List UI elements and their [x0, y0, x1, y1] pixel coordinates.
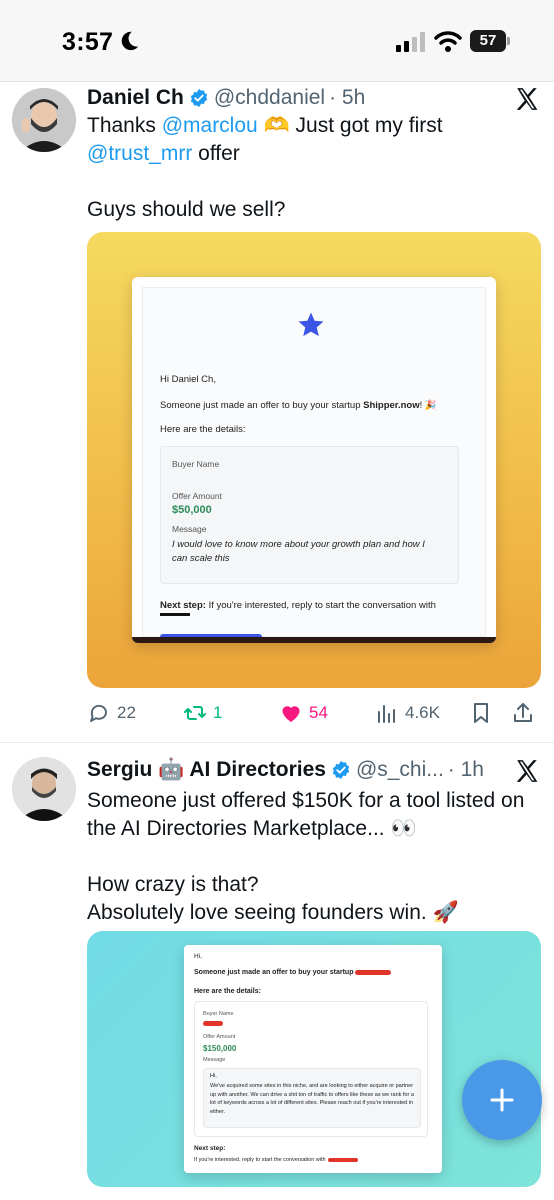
mention-link[interactable]: @trust_mrr — [87, 142, 192, 165]
next-step-label: Next step: — [160, 600, 206, 611]
tweet-header: Daniel Ch @chddaniel · 5h — [87, 86, 365, 110]
offer-email-card: Hi Daniel Ch, Someone just made an offer… — [132, 277, 496, 643]
plus-icon — [490, 1088, 514, 1112]
tweet-2[interactable]: Sergiu 🤖 AI Directories @s_chi... · 1h S… — [0, 743, 554, 1200]
bookmark-icon — [474, 703, 488, 723]
next-step: Next step: If you're interested, reply t… — [160, 600, 436, 611]
star-icon — [298, 312, 324, 337]
email-intro-text: Someone just made an offer to buy your s… — [160, 400, 364, 411]
compose-button[interactable] — [462, 1060, 542, 1140]
offer-amount-value: $150,000 — [203, 1044, 237, 1053]
redacted-mark — [203, 1021, 223, 1026]
reply-count: 22 — [117, 703, 136, 722]
details-heading: Here are the details: — [160, 424, 246, 435]
text-segment: offer — [192, 142, 240, 165]
x-logo-icon[interactable] — [514, 86, 540, 112]
email-card-bottom-bar — [132, 637, 496, 643]
message-greeting: Hi, — [210, 1073, 217, 1079]
email-body: Hi Daniel Ch, Someone just made an offer… — [142, 287, 486, 640]
mention-link[interactable]: @marclou — [162, 114, 258, 137]
message-box: Hi, We've acquired some sites in this ni… — [203, 1068, 421, 1128]
retweet-icon — [184, 706, 206, 720]
share-icon — [514, 703, 532, 722]
buyer-name-label: Buyer Name — [203, 1011, 234, 1017]
email-intro: Someone just made an offer to buy your s… — [194, 969, 392, 976]
email-intro: Someone just made an offer to buy your s… — [160, 400, 437, 411]
share-button[interactable] — [511, 698, 541, 728]
author-name[interactable]: Sergiu 🤖 AI Directories — [87, 758, 326, 782]
moon-icon — [121, 31, 139, 51]
tweet-time: · 5h — [329, 86, 366, 109]
tweet-header: Sergiu 🤖 AI Directories @s_chi... · 1h — [87, 758, 484, 782]
underline-mark — [160, 613, 190, 616]
text-segment: 🫶 Just got my first — [257, 114, 443, 137]
email-intro-post: ! 🎉 — [419, 400, 437, 411]
like-button[interactable]: 54 — [279, 698, 328, 728]
tweet-text: Someone just offered $150K for a tool li… — [87, 789, 525, 924]
offer-amount-value: $50,000 — [172, 504, 212, 516]
avatar[interactable] — [12, 757, 76, 821]
tweet-media-image[interactable]: Hi Daniel Ch, Someone just made an offer… — [87, 232, 541, 688]
offer-email-card: Hi, Someone just made an offer to buy yo… — [184, 945, 442, 1173]
views-icon — [378, 705, 395, 723]
details-box: Buyer Name Offer Amount $50,000 Message … — [160, 446, 459, 584]
tweet-text: Thanks @marclou 🫶 Just got my first @trus… — [87, 112, 537, 224]
status-bar: 3:57 57 — [0, 0, 554, 82]
avatar[interactable] — [12, 88, 76, 152]
author-handle[interactable]: @s_chi... — [356, 758, 444, 782]
offer-amount-label: Offer Amount — [203, 1034, 236, 1040]
email-intro-text: Someone just made an offer to buy your s… — [194, 969, 354, 976]
retweet-count: 1 — [213, 703, 223, 722]
author-name[interactable]: Daniel Ch — [87, 86, 184, 110]
startup-name: Shipper.now — [363, 400, 420, 411]
redacted-mark — [355, 969, 392, 975]
battery-tip — [507, 37, 510, 45]
tweet-actions: 22 1 54 4.6K — [87, 698, 541, 728]
next-step-label: Next step: — [194, 1145, 226, 1152]
battery-level: 57 — [470, 30, 506, 52]
tweet-1[interactable]: Daniel Ch @chddaniel · 5h Thanks @marclo… — [0, 82, 554, 742]
avatar-image — [12, 757, 76, 821]
tweet-time: · 1h — [447, 758, 484, 781]
verified-icon — [190, 88, 208, 108]
views-button[interactable]: 4.6K — [375, 698, 440, 728]
redacted-mark — [327, 1157, 358, 1162]
author-handle[interactable]: @chddaniel — [214, 86, 325, 110]
text-segment: Guys should we sell? — [87, 198, 286, 221]
offer-amount-label: Offer Amount — [172, 491, 222, 501]
x-logo-icon[interactable] — [514, 758, 540, 784]
reply-button[interactable]: 22 — [87, 698, 136, 728]
wifi-icon — [434, 31, 462, 52]
bookmark-button[interactable] — [469, 698, 499, 728]
reply-icon — [90, 704, 107, 722]
text-segment: Thanks — [87, 114, 162, 137]
tweet-media-image[interactable]: Hi, Someone just made an offer to buy yo… — [87, 931, 541, 1187]
avatar-image — [12, 88, 76, 152]
next-step-text: If you're interested, reply to start the… — [205, 600, 436, 611]
message-text: We've acquired some sites in this niche,… — [210, 1083, 414, 1115]
next-step: If you're interested, reply to start the… — [194, 1157, 358, 1163]
views-count: 4.6K — [405, 703, 440, 722]
email-greeting: Hi, — [194, 953, 202, 960]
battery-indicator: 57 — [470, 30, 510, 52]
buyer-name-label: Buyer Name — [172, 459, 220, 469]
email-greeting: Hi Daniel Ch, — [160, 374, 216, 385]
like-icon — [282, 706, 300, 722]
like-count: 54 — [309, 703, 328, 722]
message-label: Message — [203, 1057, 226, 1063]
message-text: I would love to know more about your gro… — [172, 539, 425, 564]
signal-icon — [396, 32, 425, 52]
status-time: 3:57 — [62, 28, 114, 56]
verified-icon — [332, 760, 350, 780]
details-heading: Here are the details: — [194, 988, 261, 995]
next-step-text: If you're interested, reply to start the… — [194, 1157, 326, 1163]
details-box: Buyer Name Offer Amount $150,000 Message… — [194, 1001, 428, 1137]
message-label: Message — [172, 524, 207, 534]
retweet-button[interactable]: 1 — [183, 698, 222, 728]
